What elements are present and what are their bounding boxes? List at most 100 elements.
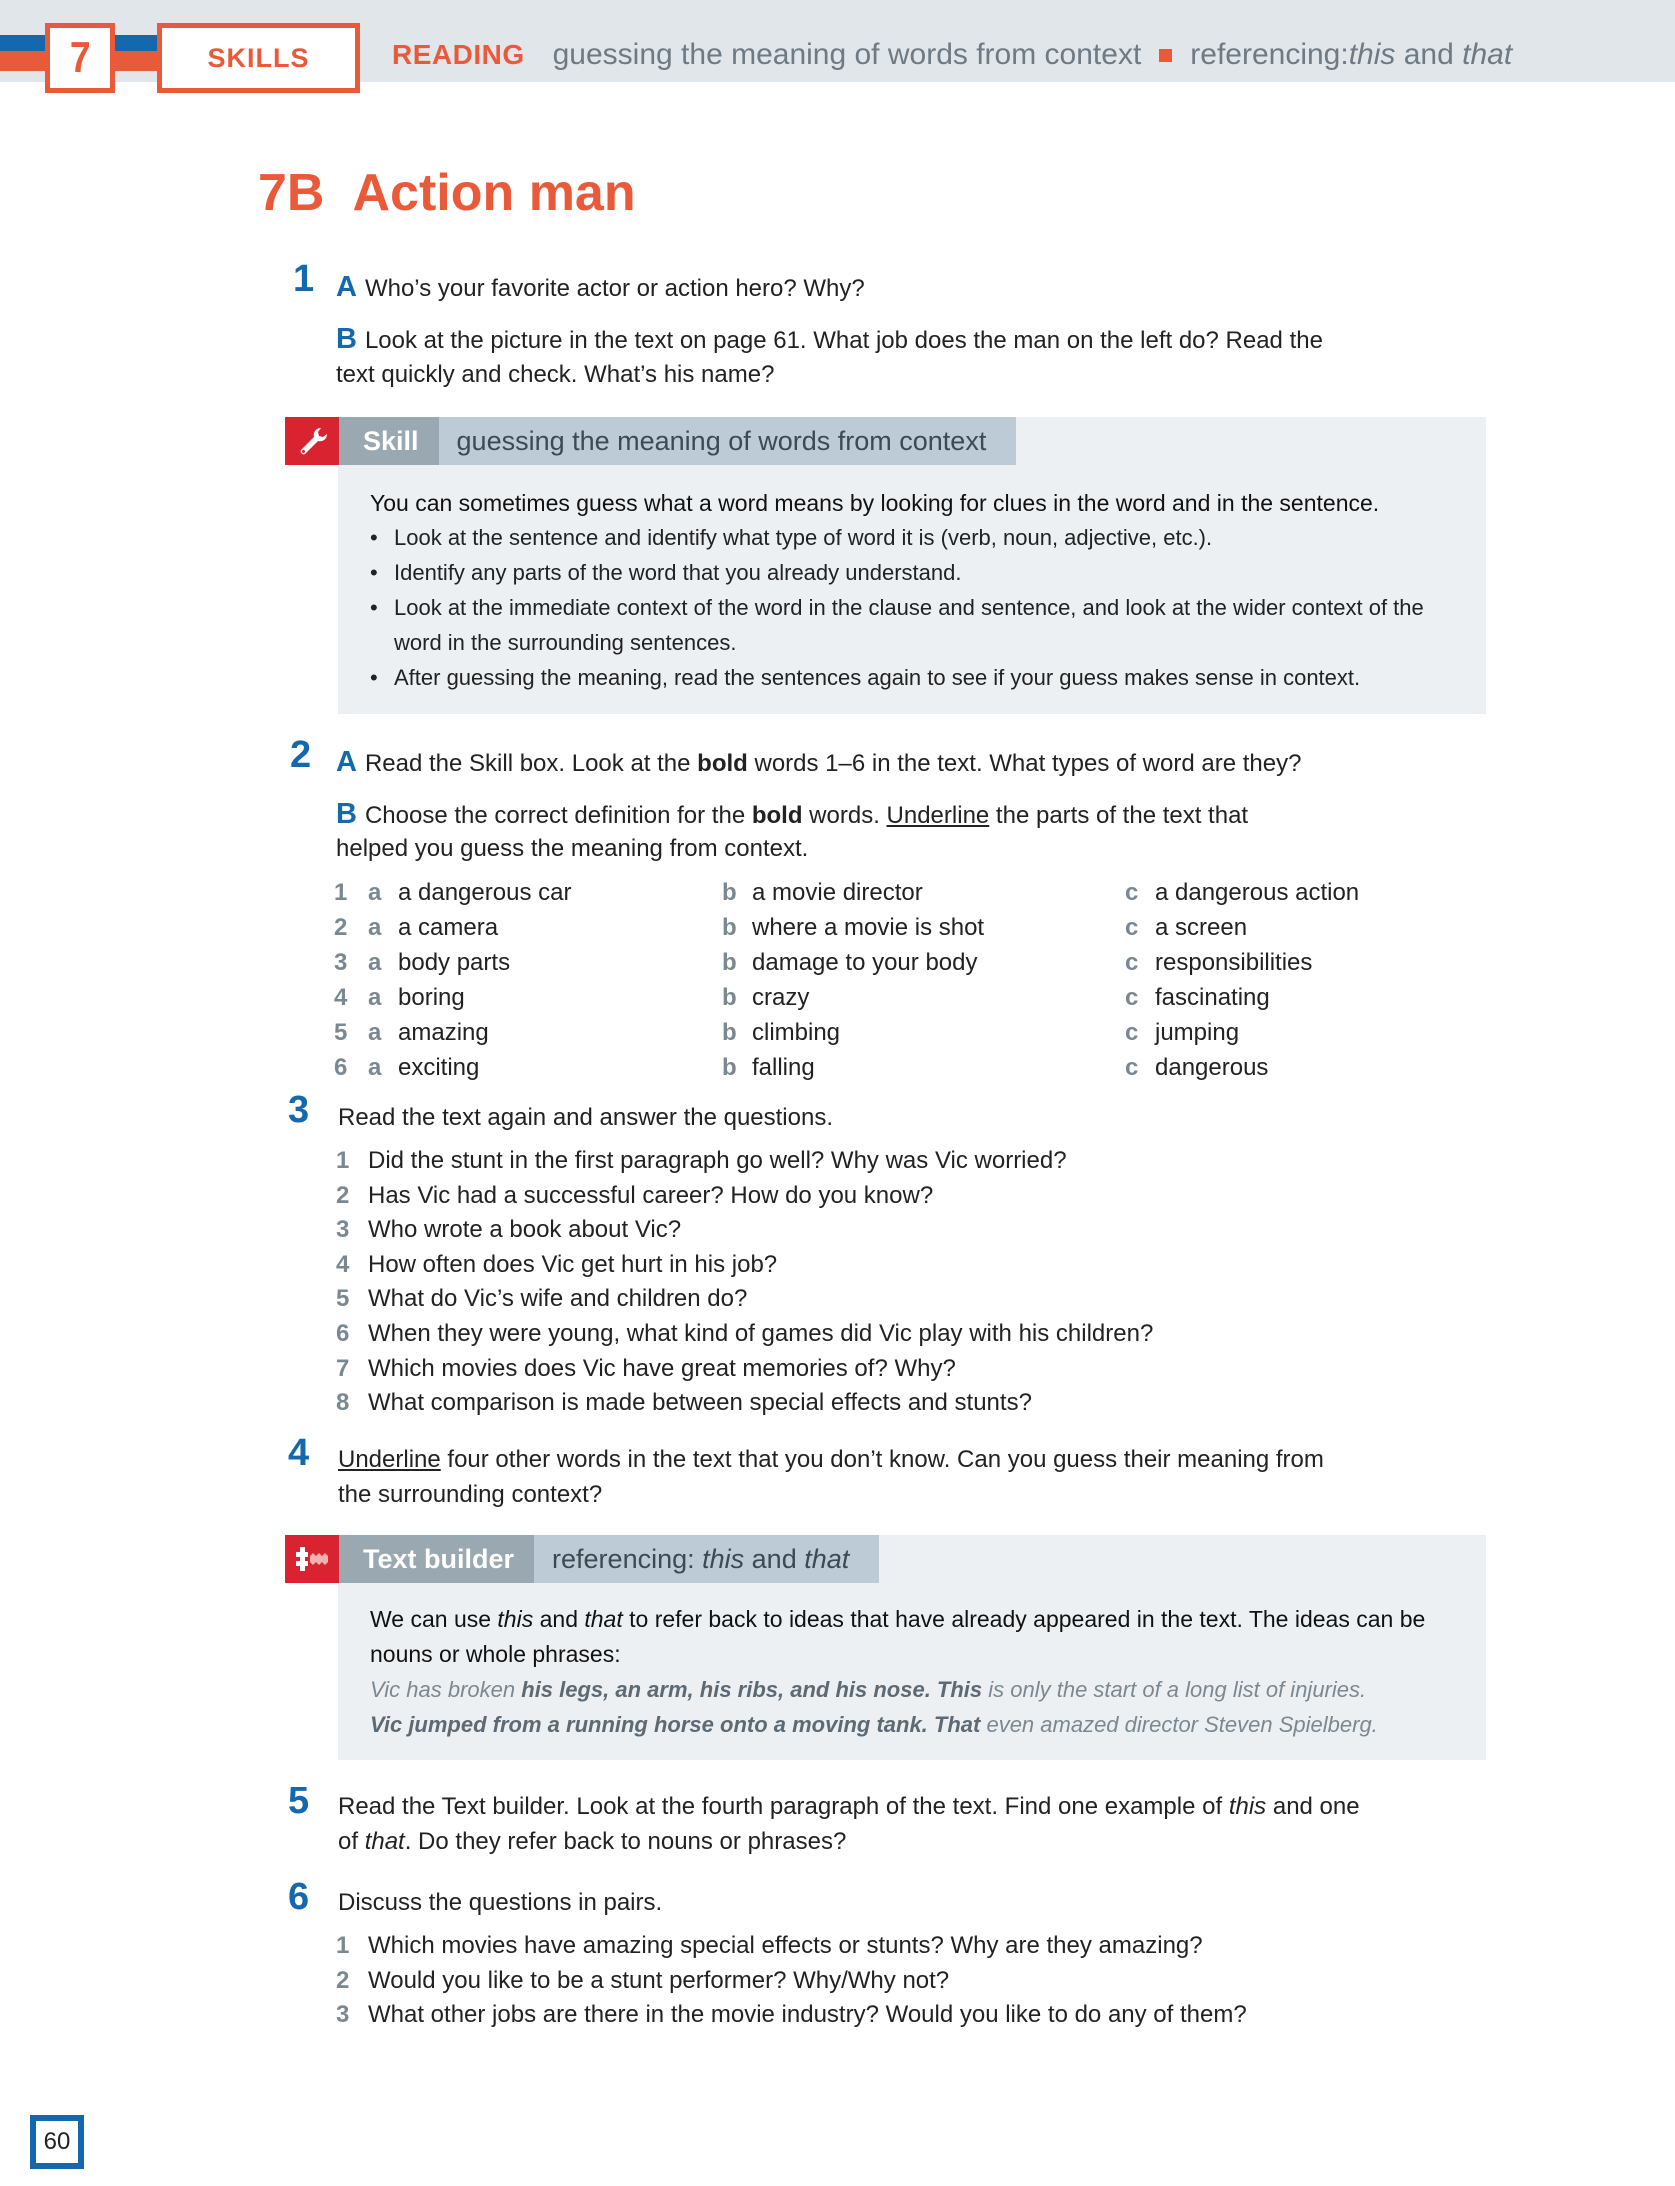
skill-bullet: • After guessing the meaning, read the se… [370, 660, 1361, 695]
skill-bullet: • Look at the immediate context of the wo… [370, 590, 1444, 660]
option-b: b a movie director [722, 875, 923, 910]
text-builder-header: Text builder referencing: this and that [285, 1535, 880, 1583]
text-builder-topic-this: this [702, 1543, 745, 1574]
option-letter: b [722, 984, 737, 1011]
skill-bullet-text: Look at the immediate context of the wor… [394, 595, 1424, 655]
question-item: 2 Would you like to be a stunt performer?… [336, 1963, 949, 1998]
header-topic-2-and: and [1395, 38, 1463, 71]
exercise-2a-letter: A [336, 746, 357, 778]
exercise-6-instruction: Discuss the questions in pairs. [338, 1889, 663, 1916]
exercise-2b-letter: B [336, 798, 357, 830]
option-c: c a dangerous action [1125, 875, 1359, 910]
option-text: where a movie is shot [752, 914, 985, 941]
exercise-2-number: 2 [290, 734, 312, 776]
exercise-1-number: 1 [293, 258, 315, 300]
exercise-2a-text-end: words 1–6 in the text. What types of wor… [747, 750, 1302, 777]
option-letter: a [368, 914, 382, 941]
example-bold: Vic jumped from a running horse onto a m… [370, 1712, 981, 1737]
bold-word: bold [751, 802, 803, 829]
option-text: amazing [398, 1019, 489, 1046]
exercise-3-instruction: Read the text again and answer the quest… [338, 1104, 833, 1131]
skill-bullet: • Identify any parts of the word that you… [370, 555, 962, 590]
intro-text: to refer back to ideas that have already… [622, 1606, 1426, 1632]
option-text: body parts [398, 949, 511, 976]
option-text: crazy [752, 984, 810, 1011]
exercise-2b-line2: helped you guess the meaning from contex… [336, 835, 809, 862]
option-b: b falling [722, 1050, 815, 1085]
option-letter: c [1125, 1019, 1139, 1046]
text-builder-example-1: Vic has broken his legs, an arm, his rib… [370, 1672, 1366, 1707]
question-item: 6 When they were young, what kind of game… [336, 1316, 1153, 1351]
exercise-5-that: that [364, 1828, 405, 1855]
example-text: even amazed director Steven Spielberg. [980, 1712, 1378, 1737]
option-c: c jumping [1125, 1015, 1239, 1050]
option-a: 1a a dangerous car [334, 875, 571, 910]
option-a: 2a a camera [334, 910, 498, 945]
question-text: Which movies have amazing special effect… [368, 1932, 1203, 1959]
example-text: Vic has broken [370, 1677, 522, 1702]
question-text: Did the stunt in the first paragraph go … [368, 1147, 1067, 1174]
option-letter: c [1125, 879, 1139, 906]
intro-text: We can use [370, 1606, 498, 1632]
option-letter: c [1125, 914, 1139, 941]
skill-bullet-text: Identify any parts of the word that you … [394, 560, 962, 585]
text-builder-label: Text builder [339, 1535, 535, 1583]
underlined-word: Underline [338, 1446, 441, 1473]
option-letter: a [368, 949, 382, 976]
text-builder-example-2: Vic jumped from a running horse onto a m… [370, 1707, 1378, 1742]
section-label: SKILLS [207, 42, 310, 73]
text-builder-intro-line2: nouns or whole phrases: [370, 1641, 621, 1667]
question-number: 1 [336, 1147, 350, 1174]
question-text: Who wrote a book about Vic? [368, 1216, 682, 1244]
bullet-icon: • [370, 525, 378, 550]
exercise-2b: B Choose the correct definition for the b… [336, 797, 1248, 833]
text-builder-topic: referencing: this and that [534, 1535, 880, 1583]
question-number: 8 [336, 1389, 350, 1417]
option-text: a screen [1155, 914, 1248, 941]
option-text: a dangerous action [1155, 879, 1360, 906]
page-title: 7B Action man [258, 163, 636, 223]
question-item: 1 Did the stunt in the first paragraph go… [336, 1143, 1067, 1178]
exercise-5-text: of [338, 1828, 365, 1855]
option-letter: a [368, 984, 382, 1011]
intro-text: and [533, 1606, 585, 1632]
skill-box-label: Skill [339, 417, 439, 465]
exercise-4-line1: Underline four other words in the text t… [338, 1442, 1324, 1477]
exercise-5-text: and one [1266, 1793, 1360, 1820]
option-letter: b [722, 1019, 737, 1046]
square-bullet-icon [1159, 48, 1173, 62]
option-letter: c [1125, 984, 1139, 1011]
question-text: Has Vic had a successful career? How do … [368, 1181, 934, 1209]
exercise-1b-text-line1: Look at the picture in the text on page … [364, 327, 1323, 354]
question-item: 2 Has Vic had a successful career? How do… [336, 1178, 933, 1213]
question-number: 6 [336, 1320, 350, 1347]
question-number: 2 [336, 1966, 350, 1994]
option-letter: a [368, 1054, 382, 1081]
question-text: What other jobs are there in the movie i… [368, 2001, 1247, 2029]
exercise-2a: A Read the Skill box. Look at the bold wo… [336, 745, 1301, 781]
question-text: What comparison is made between special … [368, 1389, 1032, 1417]
exercise-5-text: . Do they refer back to nouns or phrases… [404, 1828, 847, 1855]
bullet-icon: • [370, 595, 378, 620]
option-number: 4 [334, 984, 348, 1011]
option-c: c a screen [1125, 910, 1247, 945]
exercise-3-number: 3 [288, 1089, 310, 1131]
lesson-title-text: Action man [352, 164, 636, 222]
bold-word: bold [697, 750, 748, 777]
option-b: b climbing [722, 1015, 840, 1050]
option-letter: c [1125, 1054, 1139, 1081]
exercise-2b-text: Choose the correct definition for the [364, 802, 752, 829]
option-number: 1 [334, 879, 348, 906]
question-number: 5 [336, 1285, 350, 1313]
example-bold: his legs, an arm, his ribs, and his nose… [521, 1677, 983, 1702]
option-a: 6 a exciting [334, 1050, 479, 1085]
skill-bullet-text: After guessing the meaning, read the sen… [394, 665, 1361, 690]
intro-that: that [584, 1606, 623, 1632]
skill-box-topic: guessing the meaning of words from conte… [438, 417, 1017, 465]
text-builder-intro: We can use this and that to refer back t… [370, 1602, 1425, 1637]
question-text: What do Vic’s wife and children do? [368, 1285, 748, 1313]
option-b: b crazy [722, 980, 809, 1015]
option-letter: b [722, 1054, 737, 1081]
header-topic-2-prefix: referencing: [1190, 38, 1349, 71]
question-item: 1 Which movies have amazing special effec… [336, 1928, 1203, 1963]
